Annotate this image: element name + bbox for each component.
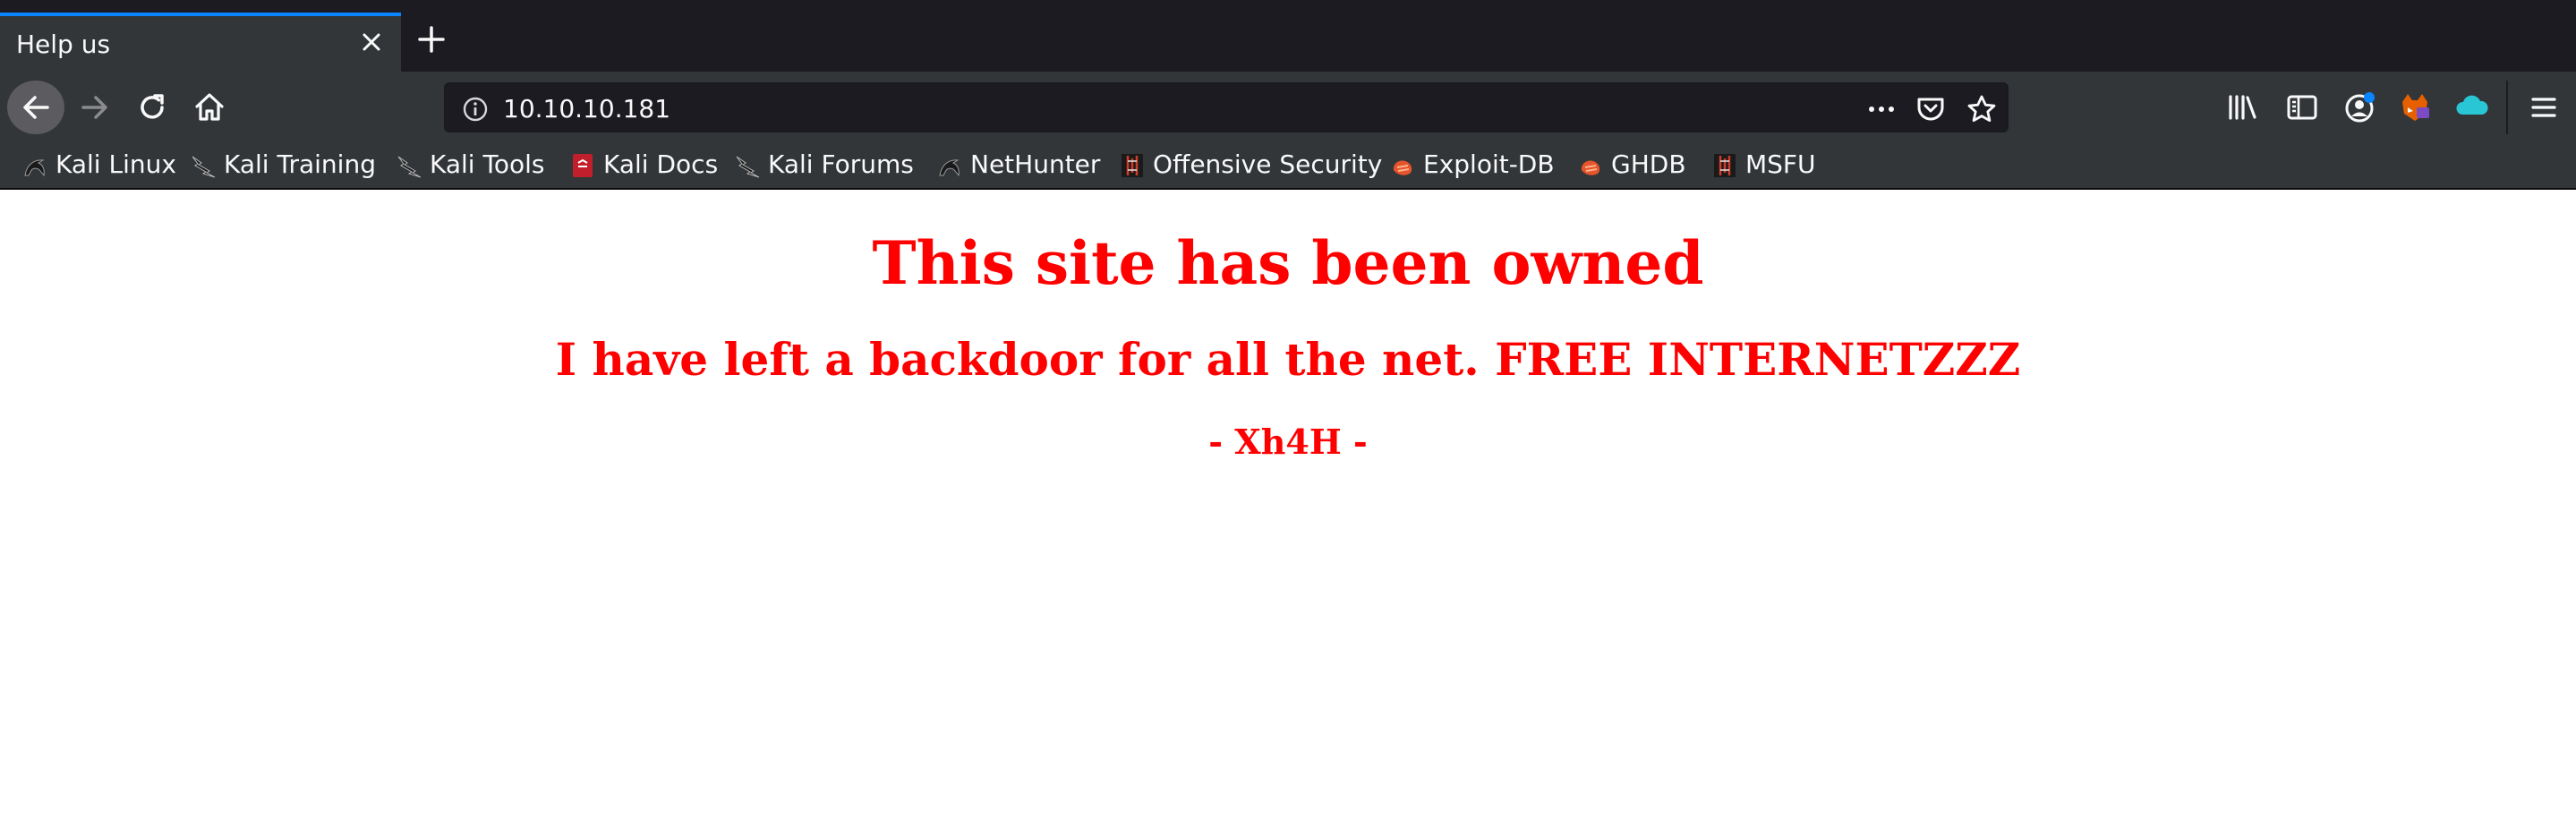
account-icon[interactable] <box>2341 90 2377 125</box>
page-signature: - Xh4H - <box>1208 422 1368 462</box>
bookmark-label: Kali Linux <box>55 149 176 179</box>
offsec-icon <box>1119 152 1146 179</box>
bookmark-star-icon[interactable] <box>1966 94 1998 124</box>
sidebar-icon[interactable] <box>2284 90 2320 125</box>
kali-dragon-icon <box>396 152 422 179</box>
active-tab[interactable]: Help us <box>0 13 401 72</box>
page-content: This site has been owned I have left a b… <box>0 190 2576 827</box>
toolbar-divider <box>2506 81 2508 134</box>
bookmark-label: GHDB <box>1611 149 1686 179</box>
close-tab-icon[interactable] <box>358 29 385 55</box>
bookmark-label: Exploit-DB <box>1423 149 1555 179</box>
bookmark-label: Kali Training <box>224 149 376 179</box>
tab-strip: Help us <box>0 0 2576 72</box>
bookmark-label: MSFU <box>1745 149 1816 179</box>
exploitdb-icon <box>1389 152 1416 179</box>
tab-title: Help us <box>16 30 111 59</box>
home-icon <box>195 93 224 121</box>
bookmark-label: Kali Tools <box>430 149 545 179</box>
nethunter-icon <box>936 152 963 179</box>
forward-arrow-icon <box>81 96 107 119</box>
page-heading: This site has been owned <box>872 228 1704 298</box>
home-button[interactable] <box>181 72 238 143</box>
new-tab-icon[interactable] <box>417 25 446 54</box>
hamburger-menu-icon[interactable] <box>2526 90 2562 125</box>
library-icon[interactable] <box>2225 90 2261 125</box>
bookmark-label: Offensive Security <box>1153 149 1383 179</box>
cloud-extension-icon[interactable] <box>2454 90 2490 125</box>
exploitdb-icon <box>1577 152 1604 179</box>
back-arrow-icon <box>23 96 49 119</box>
reload-button[interactable] <box>124 72 181 143</box>
kali-dragon-icon <box>734 152 761 179</box>
site-info-icon[interactable] <box>462 96 489 123</box>
forward-button[interactable] <box>66 72 124 143</box>
navigation-toolbar: 10.10.10.181 <box>0 72 2576 143</box>
reload-icon <box>141 94 164 119</box>
bookmark-label: Kali Forums <box>768 149 914 179</box>
kali-dragon-icon <box>21 152 48 179</box>
bookmark-label: NetHunter <box>970 149 1101 179</box>
address-bar[interactable]: 10.10.10.181 <box>444 82 2009 132</box>
kali-dragon-icon <box>190 152 217 179</box>
page-actions-more-icon[interactable] <box>1865 96 1898 123</box>
kali-docs-icon <box>569 152 596 179</box>
offsec-icon <box>1711 152 1738 179</box>
foxyproxy-extension-icon[interactable] <box>2397 90 2433 125</box>
bookmark-label: Kali Docs <box>603 149 719 179</box>
url-text[interactable]: 10.10.10.181 <box>503 94 670 124</box>
back-button[interactable] <box>7 81 64 134</box>
page-subheading: I have left a backdoor for all the net. … <box>555 333 2021 386</box>
bookmarks-toolbar: Kali Linux Kali Training Kali Tools Kali… <box>0 143 2576 190</box>
pocket-icon[interactable] <box>1915 95 1946 124</box>
